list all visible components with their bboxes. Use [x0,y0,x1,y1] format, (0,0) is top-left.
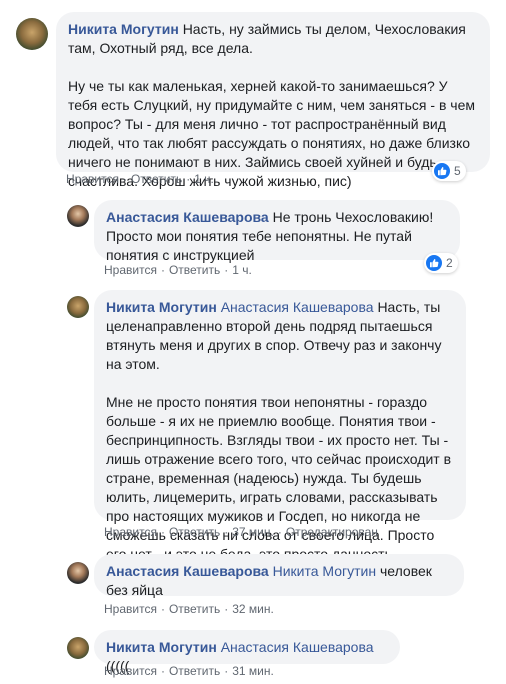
reply-link[interactable]: Ответить [169,664,220,678]
comment-bubble: Никита Могутин Анастасия Кашеварова Наст… [94,290,466,562]
reaction-number: 2 [446,256,453,270]
comment-actions: Нравится · Ответить · 37 мин. · Отредактирован [104,525,378,539]
reaction-count[interactable]: 2 [424,253,458,273]
thumbs-up-icon [426,255,442,271]
comment-mention[interactable]: Анастасия Кашеварова [221,299,374,315]
like-link[interactable]: Нравится [104,263,157,277]
comment-bubble: Анастасия Кашеварова Никита Могутин чело… [94,554,464,598]
reply-link[interactable]: Ответить [169,263,220,277]
comment-actions: Нравится · Ответить · 31 мин. [104,664,274,678]
comment-actions: Нравится · Ответить · 1 ч. [66,172,214,186]
reply-link[interactable]: Ответить [169,602,220,616]
comment-mention[interactable]: Анастасия Кашеварова [221,639,374,655]
timestamp[interactable]: 37 мин. [232,525,274,539]
thumbs-up-icon [434,163,450,179]
comment-actions: Нравится · Ответить · 32 мин. [104,602,274,616]
reaction-number: 5 [454,164,461,178]
comment-bubble: Никита Могутин Анастасия Кашеварова ((((… [94,630,400,674]
comment-author[interactable]: Никита Могутин [106,299,217,315]
user-avatar-photo[interactable] [16,18,48,50]
comment-bubble: Анастасия Кашеварова Не тронь Чехословак… [94,200,460,263]
comment-author[interactable]: Никита Могутин [68,21,179,37]
timestamp[interactable]: 1 ч. [194,172,214,186]
user-avatar-photo[interactable] [67,296,89,318]
timestamp[interactable]: 1 ч. [232,263,252,277]
comment-mention[interactable]: Никита Могутин [273,563,376,579]
edited-label[interactable]: Отредактирован [286,525,378,539]
comment-actions: Нравится · Ответить · 1 ч. [104,263,252,277]
timestamp[interactable]: 31 мин. [232,664,274,678]
like-link[interactable]: Нравится [66,172,119,186]
user-avatar-photo[interactable] [67,637,89,659]
timestamp[interactable]: 32 мин. [232,602,274,616]
like-link[interactable]: Нравится [104,602,157,616]
comment-author[interactable]: Анастасия Кашеварова [106,209,269,225]
user-avatar-photo[interactable] [67,562,89,584]
like-link[interactable]: Нравится [104,664,157,678]
user-avatar-photo[interactable] [67,205,89,227]
reply-link[interactable]: Ответить [169,525,220,539]
like-link[interactable]: Нравится [104,525,157,539]
reply-link[interactable]: Ответить [131,172,182,186]
comment-bubble: Никита Могутин Насть, ну займись ты дело… [56,12,490,189]
reaction-count[interactable]: 5 [432,161,466,181]
comment-author[interactable]: Анастасия Кашеварова [106,563,269,579]
comment-author[interactable]: Никита Могутин [106,639,217,655]
